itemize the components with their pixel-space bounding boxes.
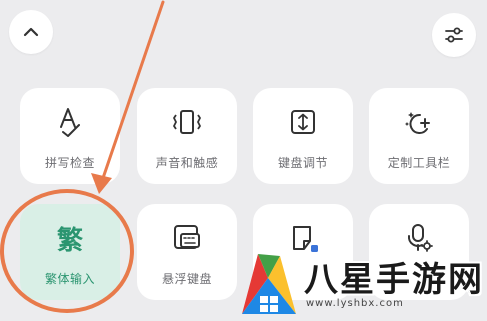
voice-settings-icon xyxy=(407,224,433,252)
tile-spell-check[interactable]: 拼写检查 xyxy=(20,88,120,184)
tile-label: 悬浮键盘 xyxy=(161,272,212,286)
tile-voice-settings[interactable] xyxy=(369,204,469,300)
floating-keyboard-icon xyxy=(174,225,200,249)
tile-label: 定制工具栏 xyxy=(387,156,451,170)
tile-traditional-input[interactable]: 繁 繁体输入 xyxy=(20,204,120,300)
vibration-icon xyxy=(173,110,201,134)
spell-check-icon xyxy=(60,108,80,137)
tile-label: 拼写检查 xyxy=(44,156,95,170)
clipboard-icon xyxy=(293,226,318,252)
keyboard-resize-icon xyxy=(291,110,315,134)
tile-label: 键盘调节 xyxy=(277,156,328,170)
tile-clipboard[interactable] xyxy=(253,204,353,300)
traditional-chinese-icon: 繁 xyxy=(56,225,83,256)
tile-keyboard-adjust[interactable]: 键盘调节 xyxy=(253,88,353,184)
tile-sound-haptics[interactable]: 声音和触感 xyxy=(137,88,237,184)
tile-floating-keyboard[interactable]: 悬浮键盘 xyxy=(137,204,237,300)
tile-label: 繁体输入 xyxy=(44,272,95,286)
chevron-up-icon xyxy=(23,27,39,37)
tile-customize-toolbar[interactable]: 定制工具栏 xyxy=(369,88,469,184)
collapse-button[interactable] xyxy=(9,10,53,54)
customize-toolbar-icon xyxy=(405,112,430,134)
settings-button[interactable] xyxy=(432,13,476,57)
tile-label: 声音和触感 xyxy=(155,156,219,170)
sliders-icon xyxy=(445,27,463,43)
